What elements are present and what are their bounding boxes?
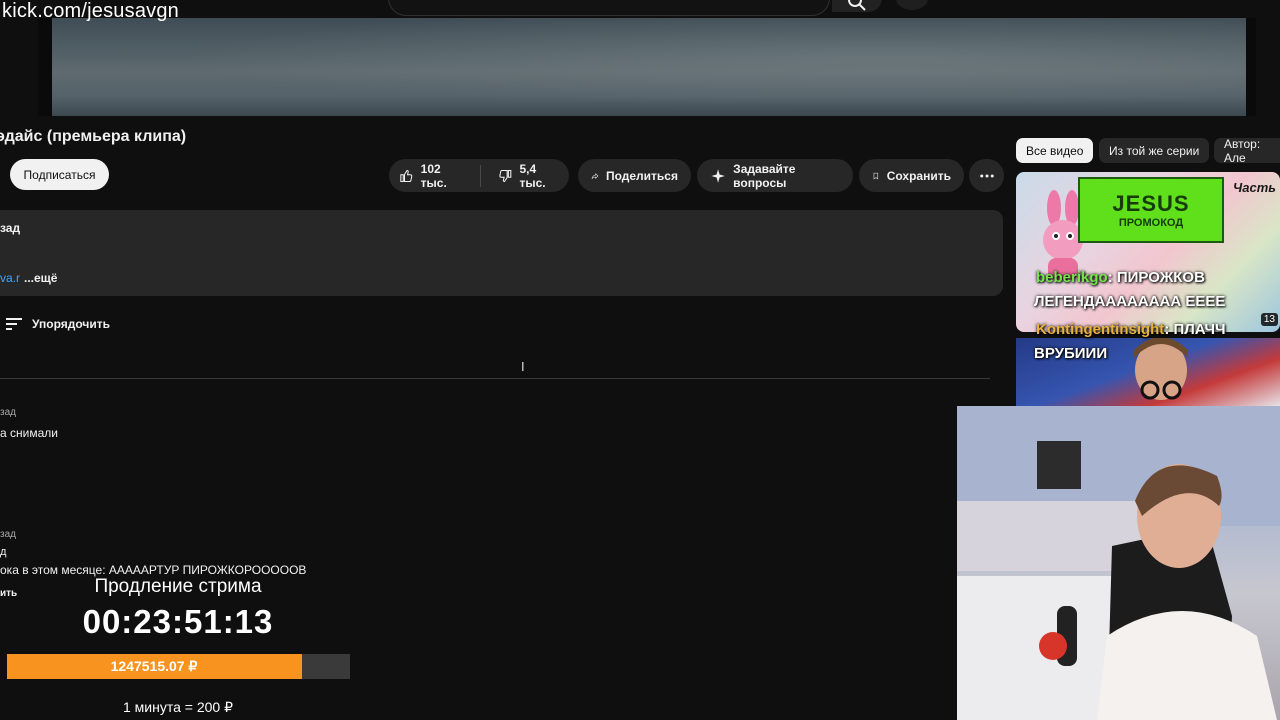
like-button[interactable]: 102 тыс.: [389, 159, 473, 192]
video-player[interactable]: [38, 18, 1256, 116]
share-label: Поделиться: [605, 168, 678, 183]
dislike-button[interactable]: 5,4 тыс.: [488, 159, 569, 192]
thumbs-up-icon: [400, 169, 413, 182]
bookmark-icon: [873, 172, 879, 179]
part-label: Часть: [1233, 180, 1276, 195]
save-button[interactable]: Сохранить: [859, 159, 964, 192]
description-box[interactable]: [0, 210, 1003, 296]
sparkle-icon: [711, 168, 725, 183]
donation-progress-bar: 1247515.07 ₽: [7, 654, 350, 679]
dislike-count: 5,4 тыс.: [519, 161, 546, 190]
chat-text: : ПИРОЖКОВ: [1107, 269, 1205, 286]
ask-label: Задавайте вопросы: [733, 161, 796, 190]
chat-username: Kontingentinsight: [1036, 321, 1165, 338]
chat-message: ЛЕГЕНДАААААААА ЕЕЕЕ: [1034, 290, 1225, 314]
more-actions-button[interactable]: [969, 159, 1004, 192]
like-count: 102 тыс.: [420, 161, 447, 190]
chat-message: beberikgo: ПИРОЖКОВ: [1036, 266, 1205, 290]
promo-title: JESUS: [1112, 191, 1190, 216]
stream-timer: 00:23:51:13: [82, 603, 274, 640]
search-button[interactable]: [832, 0, 882, 12]
chip-all-videos[interactable]: Все видео: [1016, 138, 1094, 163]
ask-button[interactable]: Задавайте вопросы: [697, 159, 853, 192]
chip-same-series[interactable]: Из той же серии: [1099, 138, 1210, 163]
description-date: зад: [0, 221, 21, 235]
webcam-feed: [957, 406, 1280, 720]
chat-text: ЛЕГЕНДАААААААА ЕЕЕЕ: [1034, 293, 1226, 310]
comment-text: ока в этом месяце: АААААРТУР ПИРОЖКОРООО…: [0, 563, 307, 577]
video-duration: 13: [1260, 313, 1278, 326]
thumbs-down-icon: [499, 169, 512, 182]
stream-url-overlay: kick.com/jesusavgn: [2, 0, 179, 22]
promo-code-badge: JESUS ПРОМОКОД: [1078, 177, 1224, 243]
stream-extension-title: Продление стрима: [94, 576, 262, 597]
subscribe-button[interactable]: Подписаться: [10, 159, 109, 190]
chip-author[interactable]: Автор: Але: [1214, 137, 1280, 165]
chat-message: ВРУБИИИ: [1034, 342, 1107, 366]
text-cursor-icon: I: [521, 359, 525, 374]
person-thumbnail-icon: [1134, 338, 1188, 400]
chat-username: beberikgo: [1036, 269, 1108, 286]
comment-text: а снимали: [0, 426, 58, 440]
comment-meta: зад: [0, 407, 16, 418]
promo-subtitle: ПРОМОКОД: [1118, 217, 1184, 229]
chat-text: ВРУБИИИ: [1034, 345, 1108, 362]
sort-icon: [6, 318, 22, 330]
donation-rate: 1 минута = 200 ₽: [122, 699, 233, 715]
like-dislike-group: 102 тыс. 5,4 тыс.: [389, 159, 569, 192]
search-icon: [848, 0, 866, 11]
description-link[interactable]: va.r: [0, 271, 20, 285]
search-input[interactable]: [388, 0, 830, 16]
voice-search-button[interactable]: [896, 0, 928, 10]
share-button[interactable]: Поделиться: [578, 159, 691, 192]
divider: [479, 164, 481, 187]
divider: [0, 378, 990, 379]
save-label: Сохранить: [886, 168, 951, 183]
comment-author: д: [0, 546, 7, 558]
donation-amount: 1247515.07 ₽: [110, 658, 198, 674]
share-icon: [591, 172, 599, 179]
more-horizontal-icon: [979, 174, 994, 177]
chat-text: : ПЛАЧЧ: [1164, 321, 1226, 338]
sort-comments-button[interactable]: Упорядочить: [6, 317, 110, 331]
chat-message: Kontingentinsight: ПЛАЧЧ: [1036, 318, 1226, 342]
show-more-link[interactable]: ...ещё: [24, 271, 57, 285]
sort-label: Упорядочить: [32, 317, 111, 331]
video-title: эдайс (премьера клипа): [0, 128, 187, 145]
streamer-webcam-icon: [957, 406, 1280, 720]
video-frame: [52, 18, 1246, 116]
comment-meta: зад: [0, 529, 16, 540]
